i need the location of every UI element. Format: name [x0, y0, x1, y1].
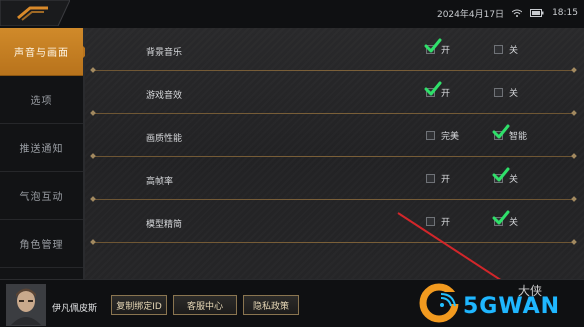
checkbox [492, 210, 510, 226]
check-icon [424, 81, 442, 95]
avatar-portrait [7, 285, 45, 325]
sidebar-item-label: 选项 [30, 96, 53, 107]
wifi-icon [512, 9, 523, 17]
setting-row-sfx: 游戏音效 开 关 [85, 71, 584, 114]
option-checkbox[interactable]: 开 [426, 171, 450, 185]
back-arrow-icon [0, 0, 70, 26]
check-icon [492, 210, 510, 224]
status-time: 18:15 [552, 8, 578, 18]
sidebar-item-label: 气泡互动 [19, 192, 64, 203]
sidebar-item-options[interactable]: 选项 [0, 76, 83, 124]
sidebar-item-push-notifications[interactable]: 推送通知 [0, 124, 83, 172]
setting-row-model-simplify: 模型精简 开 关 [85, 200, 584, 243]
privacy-policy-button[interactable]: 隐私政策 [243, 295, 299, 315]
setting-row-high-fps: 高帧率 开 关 [85, 157, 584, 200]
option-checkbox[interactable]: 智能 [492, 124, 528, 142]
avatar[interactable] [6, 284, 46, 326]
option-checkbox[interactable]: 关 [492, 167, 519, 185]
check-icon [424, 38, 442, 52]
status-bar: 2024年4月17日 18:15 [437, 6, 578, 20]
checkbox [424, 38, 442, 54]
setting-label: 高帧率 [146, 177, 174, 187]
option-label: 完美 [441, 131, 460, 142]
back-button[interactable] [0, 0, 70, 26]
option-label: 关 [509, 88, 519, 99]
checkbox [492, 124, 510, 140]
setting-row-quality: 画质性能 完美 智能 [85, 114, 584, 157]
copy-bind-id-button[interactable]: 复制绑定ID [111, 295, 167, 315]
setting-row-bgm: 背景音乐 开 关 [85, 28, 584, 71]
sidebar-item-label: 推送通知 [19, 144, 64, 155]
sidebar-item-bubble-interaction[interactable]: 气泡互动 [0, 172, 83, 220]
setting-label: 画质性能 [146, 134, 183, 144]
option-checkbox[interactable]: 开 [424, 38, 451, 56]
checkbox [492, 167, 510, 183]
checkbox [494, 44, 503, 54]
checkbox [494, 87, 503, 97]
customer-service-button[interactable]: 客服中心 [173, 295, 237, 315]
option-checkbox[interactable]: 关 [494, 42, 518, 56]
sidebar-item-role-management[interactable]: 角色管理 [0, 220, 83, 268]
option-label: 关 [509, 45, 519, 56]
option-checkbox[interactable]: 完美 [426, 128, 459, 142]
settings-panel: 背景音乐 开 关 游戏音效 开 关 画质性能 完美 智能 高帧率 开 关 模型精… [85, 28, 584, 279]
option-label: 关 [509, 217, 519, 228]
option-label: 智能 [509, 131, 528, 142]
checkbox [426, 173, 435, 183]
checkbox [426, 130, 435, 140]
option-label: 开 [441, 217, 451, 228]
option-label: 开 [441, 45, 451, 56]
checkbox [424, 81, 442, 97]
option-label: 关 [509, 174, 519, 185]
check-icon [492, 167, 510, 181]
setting-label: 游戏音效 [146, 91, 183, 101]
status-date: 2024年4月17日 [436, 9, 505, 20]
row-divider [93, 242, 574, 243]
bottom-bar: 伊凡佩皮斯 复制绑定ID 客服中心 隐私政策 [0, 279, 584, 327]
checkbox [426, 216, 435, 226]
settings-screen: 2024年4月17日 18:15 声音与画面 选项 推送通知 气泡互动 角色管理… [0, 0, 584, 327]
player-name: 伊凡佩皮斯 [52, 304, 98, 314]
top-bar: 2024年4月17日 18:15 [0, 0, 584, 29]
check-icon [492, 124, 510, 138]
option-checkbox[interactable]: 开 [426, 214, 450, 228]
sidebar-item-label: 声音与画面 [14, 48, 69, 59]
option-label: 开 [441, 88, 451, 99]
sidebar-item-label: 角色管理 [19, 240, 64, 251]
option-checkbox[interactable]: 关 [494, 85, 518, 99]
option-checkbox[interactable]: 关 [492, 210, 519, 228]
sidebar: 声音与画面 选项 推送通知 气泡互动 角色管理 [0, 28, 89, 279]
battery-icon [530, 9, 544, 17]
setting-label: 模型精简 [146, 220, 183, 230]
option-checkbox[interactable]: 开 [424, 81, 451, 99]
option-label: 开 [441, 174, 451, 185]
sidebar-item-sound-graphics[interactable]: 声音与画面 [0, 28, 89, 76]
setting-label: 背景音乐 [146, 48, 183, 58]
